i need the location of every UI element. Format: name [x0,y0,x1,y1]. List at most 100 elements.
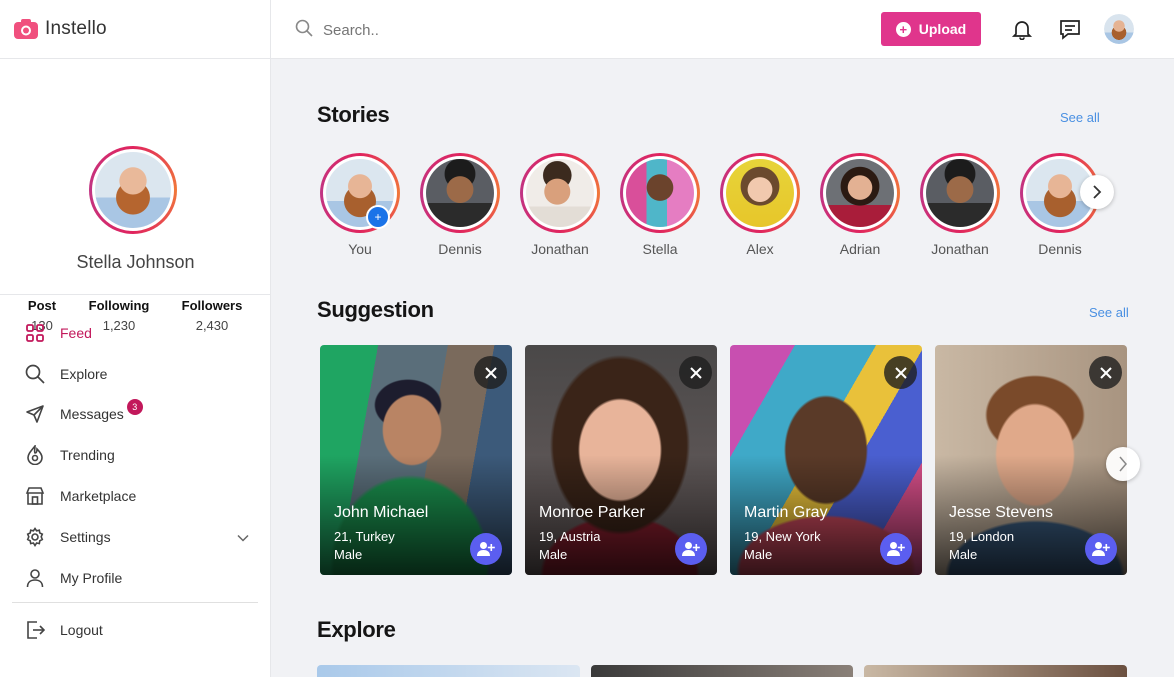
suggestion-next-button[interactable] [1106,447,1140,481]
sidebar-item-explore[interactable]: Explore [24,362,249,386]
story-item[interactable]: Jonathan [520,153,600,257]
story-name: You [348,241,372,257]
sidebar-item-messages[interactable]: Messages 3 [24,399,249,426]
sidebar-item-feed[interactable]: Feed [24,321,249,345]
sidebar: Instello Stella Johnson Post 130 Followi… [0,0,271,677]
explore-thumbnail[interactable] [864,665,1127,677]
suggestion-age-location: 21, Turkey [334,529,395,544]
story-avatar [620,153,700,233]
close-icon[interactable] [884,356,917,389]
profile-avatar[interactable] [89,146,177,234]
story-avatar [720,153,800,233]
suggestion-card[interactable]: John Michael 21, Turkey Male [320,345,512,575]
story-name: Adrian [839,241,881,257]
add-story-icon[interactable]: + [366,205,390,229]
search-bar [295,19,623,42]
search-icon [24,363,46,385]
stories-see-all-link[interactable]: See all [1060,110,1100,125]
suggestion-see-all-link[interactable]: See all [1089,305,1129,320]
explore-thumbnail[interactable] [317,665,580,677]
chevron-down-icon[interactable] [237,529,249,545]
suggestion-card[interactable]: Martin Gray 19, New York Male [730,345,922,575]
story-name: Jonathan [931,241,989,257]
gear-icon [24,526,46,548]
close-icon[interactable] [474,356,507,389]
close-icon[interactable] [1089,356,1122,389]
chevron-right-icon [1093,185,1102,199]
story-avatar [420,153,500,233]
story-item[interactable]: Stella [620,153,700,257]
sidebar-item-label: Marketplace [60,488,137,504]
suggestion-details: 19, New York Male [744,528,821,564]
send-icon [24,403,46,425]
stories-next-button[interactable] [1080,175,1114,209]
story-item[interactable]: Dennis [420,153,500,257]
sidebar-item-my-profile[interactable]: My Profile [24,566,249,590]
sidebar-item-label: Settings [60,529,111,545]
suggestion-gender: Male [539,547,568,562]
story-item[interactable]: Alex [720,153,800,257]
search-icon [295,19,313,42]
suggestion-age-location: 19, New York [744,529,821,544]
suggestion-card[interactable]: Monroe Parker 19, Austria Male [525,345,717,575]
explore-title: Explore [317,617,396,642]
sidebar-item-label: My Profile [60,570,123,586]
story-item[interactable]: Adrian [820,153,900,257]
sidebar-item-label: Logout [60,622,103,638]
story-name: Jonathan [531,241,589,257]
sidebar-item-label: Explore [60,366,108,382]
add-friend-icon[interactable] [1085,533,1117,565]
explore-thumbnail[interactable] [591,665,853,677]
logout-icon [24,619,46,641]
suggestion-age-location: 19, Austria [539,529,601,544]
stat-label: Post [27,298,57,313]
close-icon[interactable] [679,356,712,389]
chevron-right-icon [1119,456,1127,472]
stat-label: Followers [181,298,243,313]
add-friend-icon[interactable] [675,533,707,565]
suggestion-name: Monroe Parker [539,504,645,521]
sidebar-item-marketplace[interactable]: Marketplace [24,484,249,508]
suggestion-details: 21, Turkey Male [334,528,395,564]
add-friend-icon[interactable] [470,533,502,565]
search-input[interactable] [323,22,623,39]
suggestion-name: John Michael [334,504,429,521]
top-bar: + Upload [271,0,1174,59]
story-name: Stella [642,241,678,257]
suggestion-card[interactable]: Jesse Stevens 19, London Male [935,345,1127,575]
suggestion-name: Jesse Stevens [949,504,1054,521]
stat-label: Following [88,298,150,313]
stories-title: Stories [317,102,390,127]
suggestion-name: Martin Gray [744,504,828,521]
story-avatar [820,153,900,233]
sidebar-item-label: Trending [60,447,115,463]
suggestion-gender: Male [949,547,978,562]
suggestion-gender: Male [334,547,363,562]
story-item[interactable]: + You [320,153,400,257]
message-icon[interactable] [1059,18,1081,40]
profile-name: Stella Johnson [76,252,195,272]
suggestion-gender: Male [744,547,773,562]
story-name: Alex [746,241,774,257]
flame-icon [24,444,46,466]
brand[interactable]: Instello [0,0,270,59]
story-avatar [920,153,1000,233]
suggestion-title: Suggestion [317,297,434,322]
upload-button[interactable]: + Upload [881,12,981,46]
messages-count-badge: 3 [126,399,143,415]
story-item[interactable]: Jonathan [920,153,1000,257]
sidebar-item-logout[interactable]: Logout [24,618,249,642]
sidebar-item-trending[interactable]: Trending [24,443,249,467]
story-name: Dennis [438,241,482,257]
suggestion-details: 19, Austria Male [539,528,600,564]
upload-label: Upload [918,21,967,37]
story-name: Dennis [1038,241,1082,257]
sidebar-item-settings[interactable]: Settings [24,525,249,549]
app-name: Instello [45,18,107,39]
add-friend-icon[interactable] [880,533,912,565]
nav-divider [12,602,258,603]
user-avatar[interactable] [1104,14,1134,44]
bell-icon[interactable] [1011,18,1033,41]
story-avatar [520,153,600,233]
camera-logo-icon [14,19,38,39]
